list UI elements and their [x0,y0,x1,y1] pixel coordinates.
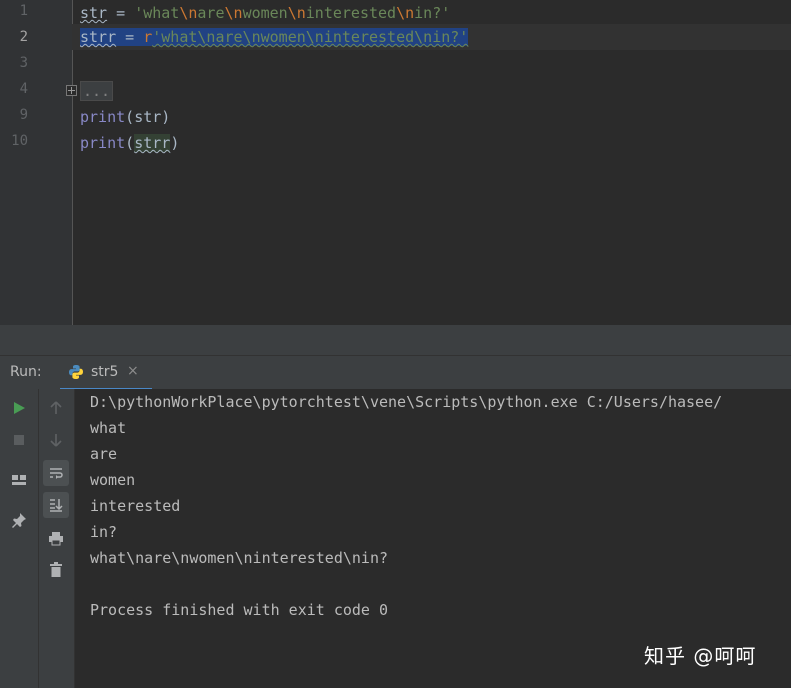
console-toolbar [39,389,75,688]
line-number: 4 [19,81,28,97]
python-icon [69,365,83,379]
line-number-gutter: 1 2 3 4 9 10 [0,0,77,325]
line-number: 1 [19,3,28,19]
console-line: in? [90,523,118,541]
up-arrow-icon[interactable] [43,395,69,421]
stop-icon[interactable] [6,427,32,453]
escape-seq: \n [287,4,306,22]
tab-label: str5 [91,364,119,380]
play-icon[interactable] [6,395,32,421]
console-line: interested [90,497,181,515]
scroll-to-end-icon[interactable] [43,492,69,518]
run-tab-str5[interactable]: str5 × [60,356,152,391]
console-line: are [90,445,118,463]
trash-icon[interactable] [43,557,69,583]
console-line-exit: Process finished with exit code 0 [90,601,389,619]
escape-seq: \n [396,4,415,22]
string-literal: interested [305,4,397,22]
layout-icon[interactable] [6,467,32,493]
code-line-10[interactable]: print(strr) [80,130,179,156]
code-line-1[interactable]: str = 'what\nare\nwomen\ninterested\nin?… [80,0,450,26]
selection: strr = r'what\nare\nwomen\ninterested\ni… [80,28,469,46]
raw-string-literal: 'what\nare\nwomen\ninterested\nin?' [152,28,469,46]
builtin-print: print [80,134,126,152]
operator: = [116,28,144,46]
line-number: 9 [19,107,28,123]
builtin-print: print [80,108,126,126]
console-line: D:\pythonWorkPlace\pytorchtest\vene\Scri… [90,393,723,411]
code-line-4[interactable]: ... [80,78,114,104]
close-icon[interactable]: × [127,363,139,379]
line-number-current: 2 [19,29,28,45]
escape-seq: \n [224,4,243,22]
paren: ( [125,108,135,126]
run-label: Run: [10,364,42,380]
string-literal: are [197,4,225,22]
down-arrow-icon[interactable] [43,427,69,453]
argument: strr [134,134,171,152]
paren: ( [125,134,135,152]
argument: str [134,108,162,126]
expand-fold-icon[interactable] [66,85,77,96]
console-line: what [90,419,127,437]
line-number: 10 [11,133,28,149]
raw-prefix: r [143,28,153,46]
paren: ) [170,134,180,152]
operator: = [107,4,135,22]
soft-wrap-icon[interactable] [43,460,69,486]
panel-splitter[interactable] [0,325,791,355]
escape-seq: \n [179,4,198,22]
print-icon[interactable] [43,525,69,551]
run-left-toolbar [0,389,39,688]
code-editor[interactable]: 1 2 3 4 9 10 str = 'what\nare\nwomen\nin… [0,0,791,325]
console-line: women [90,471,136,489]
string-literal: women [242,4,288,22]
string-literal: 'what [134,4,180,22]
paren: ) [161,108,171,126]
code-line-9[interactable]: print(str) [80,104,170,130]
watermark: 知乎 @呵呵 [644,644,757,668]
run-panel-header: Run: str5 × [0,355,791,391]
console-line: what\nare\nwomen\ninterested\nin? [90,549,389,567]
pin-icon[interactable] [6,507,32,533]
code-line-2[interactable]: strr = r'what\nare\nwomen\ninterested\ni… [80,24,469,50]
folded-region[interactable]: ... [80,81,114,101]
variable: str [80,4,108,22]
string-literal: in?' [414,4,451,22]
line-number: 3 [19,55,28,71]
variable: strr [80,28,117,46]
